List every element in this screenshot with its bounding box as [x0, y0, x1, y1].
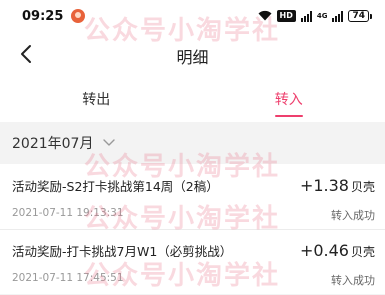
record-time: 2021-07-11 17:45:51: [12, 272, 124, 284]
hd-icon: HD: [276, 10, 296, 22]
tab-transfer-out[interactable]: 转出: [0, 76, 193, 122]
nav-bar: 明细: [0, 32, 385, 76]
wifi-icon: [258, 10, 272, 23]
chevron-down-icon: [103, 139, 116, 147]
record-amount-value: +1.38: [299, 176, 349, 195]
record-title: 活动奖励-S2打卡挑战第14周（2稿）: [12, 179, 219, 194]
tab-label: 转入: [274, 92, 303, 108]
list-item[interactable]: 活动奖励-打卡挑战7月W1（必剪挑战） +0.46 贝壳 2021-07-11 1…: [0, 229, 385, 294]
list-item[interactable]: 活动奖励-S2打卡挑战第14周（2稿） +1.38 贝壳 2021-07-11 1…: [0, 164, 385, 229]
record-time: 2021-07-11 19:13:31: [12, 207, 124, 219]
record-amount-unit: 贝壳: [350, 245, 375, 259]
signal-icon: [300, 10, 312, 22]
status-time: 09:25: [22, 8, 64, 24]
tab-bar: 转出 转入: [0, 76, 385, 122]
record-title: 活动奖励-打卡挑战7月W1（必剪挑战）: [12, 244, 233, 259]
month-label: 2021年07月: [12, 136, 94, 152]
record-status: 转入成功: [331, 209, 375, 222]
network-type-label: 4G: [316, 11, 328, 20]
month-selector[interactable]: 2021年07月: [0, 122, 385, 164]
battery-icon: 74: [348, 10, 372, 22]
record-status: 转入成功: [331, 274, 375, 287]
signal-icon-2: [332, 10, 344, 22]
record-amount-unit: 贝壳: [350, 180, 375, 194]
page-title: 明细: [176, 48, 209, 67]
tab-transfer-in[interactable]: 转入: [193, 76, 385, 122]
record-list: 活动奖励-S2打卡挑战第14周（2稿） +1.38 贝壳 2021-07-11 1…: [0, 164, 385, 294]
active-tab-indicator: [274, 115, 303, 117]
status-bar: 09:25 HD 4G 74: [0, 0, 385, 32]
record-amount-value: +0.46: [299, 241, 349, 260]
status-indicators: HD 4G 74: [258, 10, 372, 23]
record-amount: +1.38 贝壳: [300, 176, 375, 195]
notification-app-icon: [71, 9, 86, 23]
record-amount: +0.46 贝壳: [300, 241, 375, 260]
tab-label: 转出: [82, 92, 111, 108]
